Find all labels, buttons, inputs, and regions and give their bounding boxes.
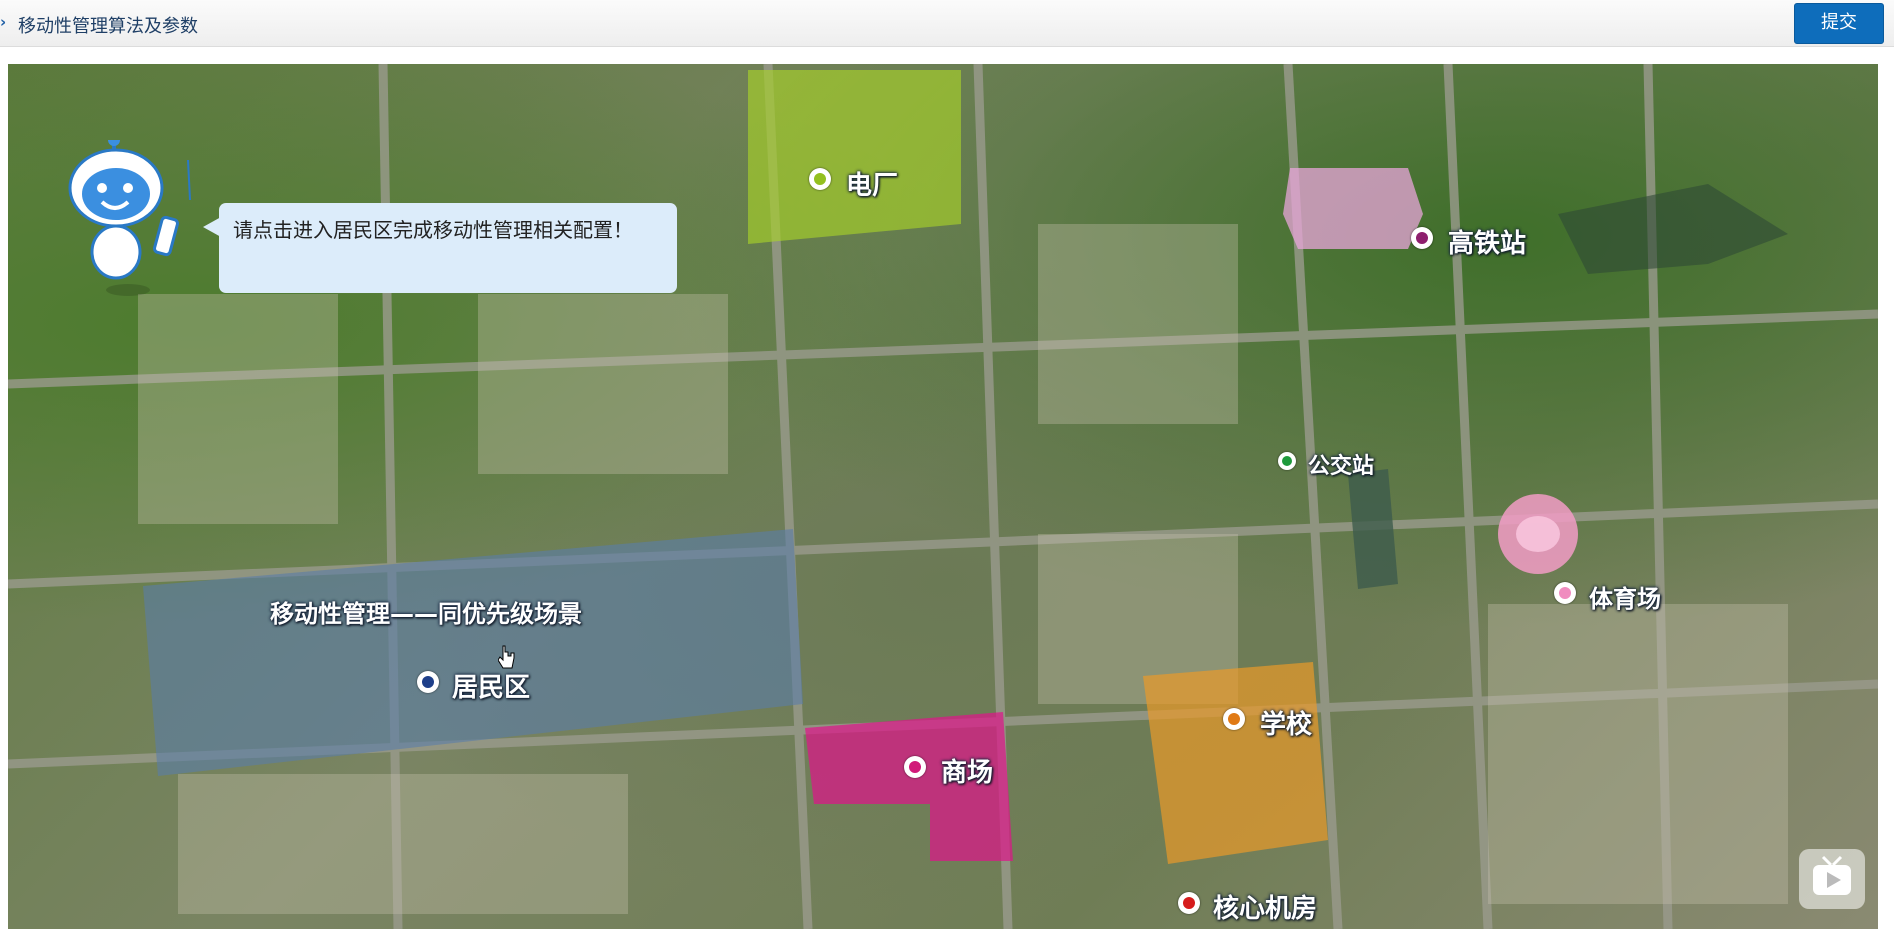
chevron-right-icon: › — [0, 13, 7, 31]
core-room-marker[interactable] — [1178, 892, 1200, 914]
mall-marker[interactable] — [904, 756, 926, 778]
page-title: 移动性管理算法及参数 — [18, 16, 198, 37]
mouse-cursor-icon — [498, 645, 515, 669]
location-label-mall[interactable]: 商场 — [941, 752, 993, 789]
location-label-residential[interactable]: 居民区 — [452, 667, 530, 704]
location-label-school[interactable]: 学校 — [1260, 704, 1312, 741]
play-video-button[interactable] — [1799, 849, 1865, 909]
submit-button[interactable]: 提交 — [1794, 3, 1884, 44]
location-label-stadium[interactable]: 体育场 — [1589, 579, 1661, 614]
play-video-icon — [1813, 855, 1851, 895]
robot-mascot-icon — [68, 140, 191, 296]
bus-station-marker[interactable] — [1278, 452, 1296, 470]
location-label-bus-station[interactable]: 公交站 — [1308, 448, 1374, 480]
rail-station-marker[interactable] — [1411, 227, 1433, 249]
stadium-marker[interactable] — [1554, 582, 1576, 604]
location-label-rail-station[interactable]: 高铁站 — [1448, 223, 1526, 260]
satellite-map: 请点击进入居民区完成移动性管理相关配置！ 移动性管理——同优先级场景 电厂 高铁… — [8, 64, 1878, 929]
location-label-core-room[interactable]: 核心机房 — [1213, 888, 1317, 925]
robot-speech-bubble: 请点击进入居民区完成移动性管理相关配置！ — [203, 203, 677, 293]
location-label-power-plant[interactable]: 电厂 — [846, 165, 898, 202]
power-plant-marker[interactable] — [809, 168, 831, 190]
residential-marker[interactable] — [417, 671, 439, 693]
top-toolbar: › 移动性管理算法及参数 提交 — [0, 0, 1894, 47]
school-marker[interactable] — [1223, 708, 1245, 730]
scenario-title: 移动性管理——同优先级场景 — [270, 600, 582, 628]
map-background — [8, 64, 1878, 929]
